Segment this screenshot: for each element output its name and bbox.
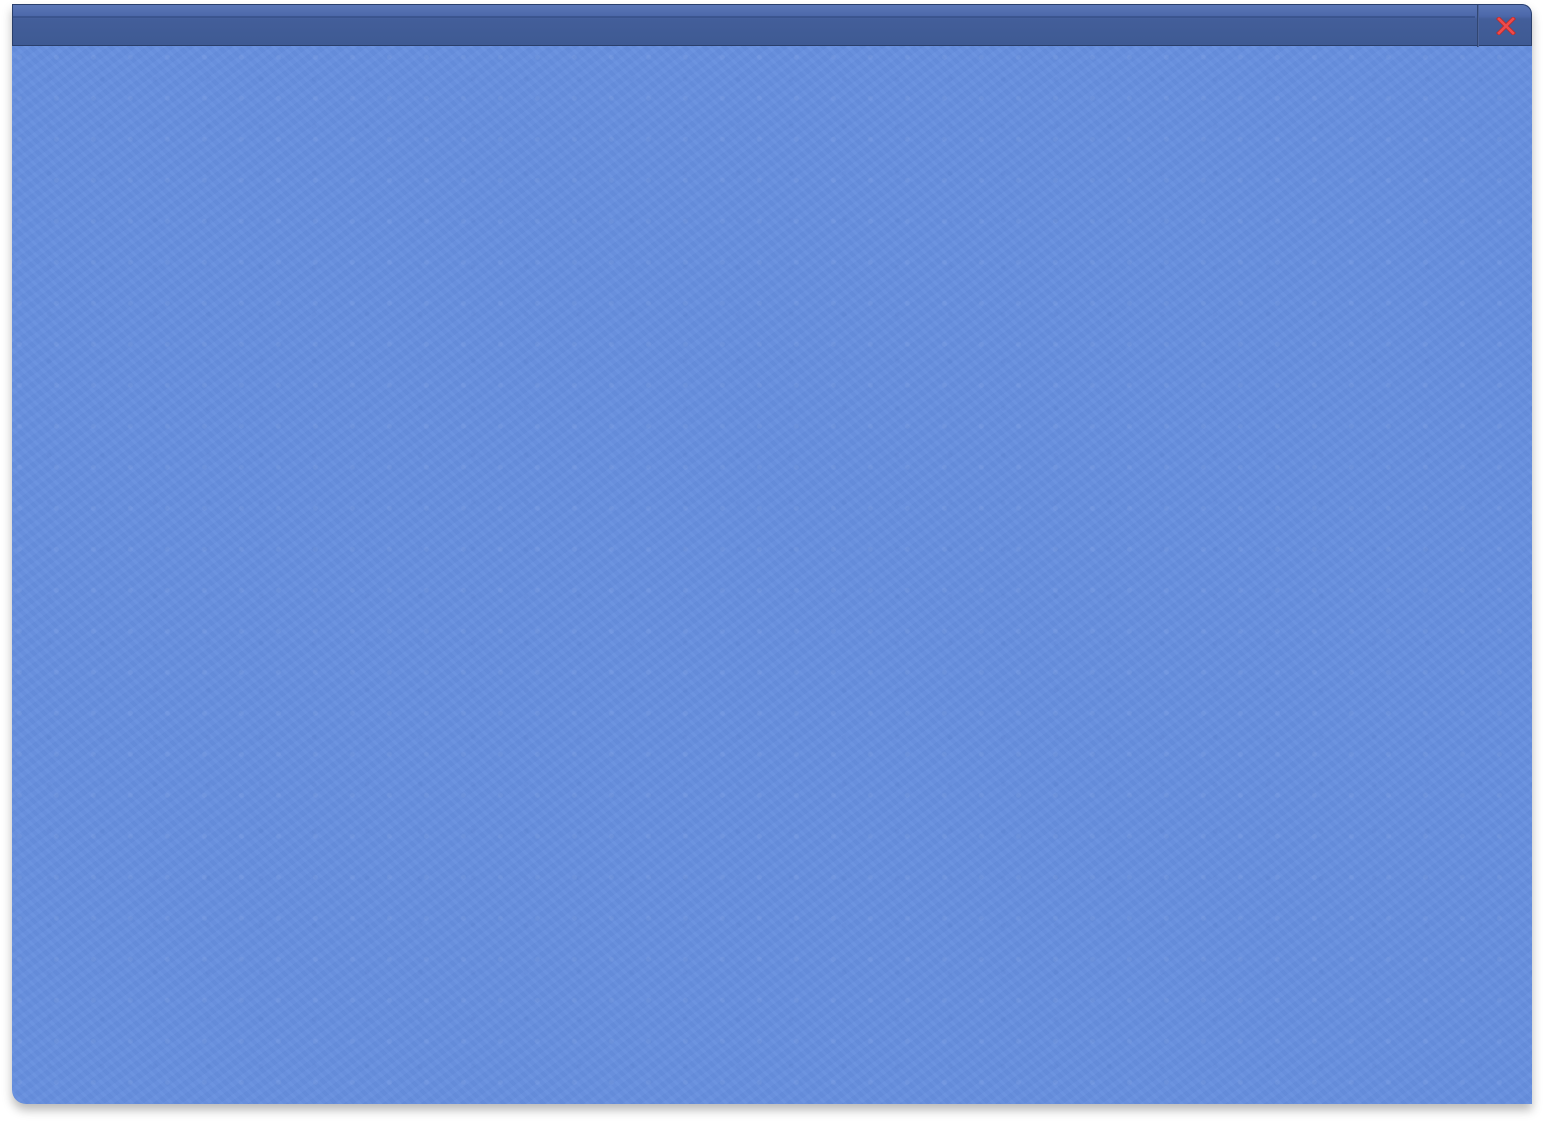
app-window — [12, 4, 1532, 1104]
window-content-area — [12, 46, 1532, 1104]
titlebar-divider — [13, 16, 1475, 18]
window-titlebar[interactable] — [12, 4, 1532, 47]
close-icon — [1496, 17, 1516, 35]
close-button[interactable] — [1479, 5, 1532, 47]
